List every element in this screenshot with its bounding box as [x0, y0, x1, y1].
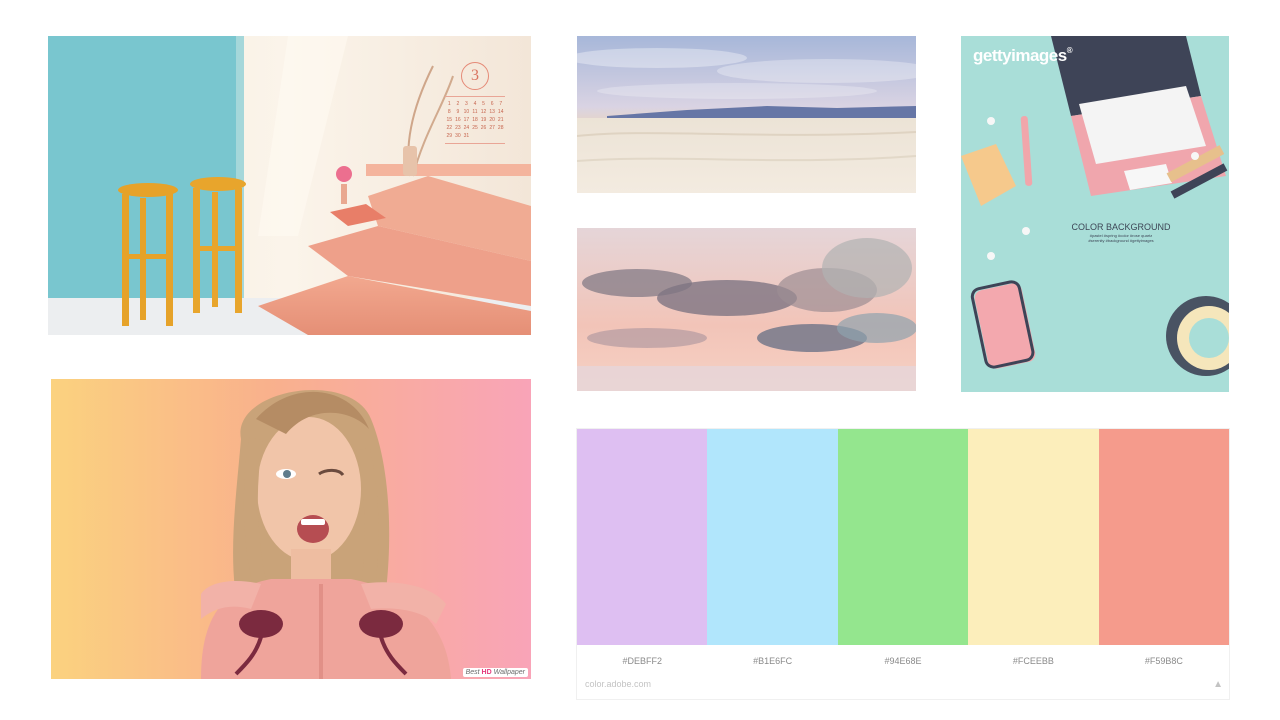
calendar-day: 30: [455, 133, 461, 139]
calendar-day: 25: [472, 125, 478, 131]
calendar-day: 29: [446, 133, 453, 139]
swatch-salmon[interactable]: [1098, 429, 1229, 645]
calendar-day: 15: [446, 117, 453, 123]
calendar-day: 3: [465, 101, 468, 107]
calendar-month-circle: 3: [461, 62, 489, 90]
swatch-hex-label: #DEBFF2: [622, 656, 662, 666]
calendar-day: 2: [456, 101, 460, 107]
pastel-clouds-photo: [577, 228, 916, 391]
calendar-overlay: 3 1 2 3 4 5 6 7 8 9 10 11 12 13 14 15 16 17 18 19 20 21 22 23 2…: [445, 62, 505, 172]
gettyimages-logo: gettyimages®: [973, 46, 1073, 65]
swatch-light-blue[interactable]: [707, 429, 838, 645]
calendar-day: 13: [489, 109, 495, 115]
sand-dunes-photo: [577, 36, 916, 193]
swatch-code-row: #DEBFF2 #B1E6FC #94E68E #FCEEBB #F59B8C: [577, 645, 1229, 677]
calendar-day: 19: [480, 117, 487, 123]
calendar-day: 9: [456, 109, 460, 115]
pastel-room-photo: 3 1 2 3 4 5 6 7 8 9 10 11 12 13 14 15 16 17 18 19 20 21 22 23 2…: [48, 36, 531, 335]
palette-footer: color.adobe.com ▲: [577, 677, 1229, 699]
calendar-day: 27: [489, 125, 495, 131]
calendar-day: 21: [497, 117, 504, 123]
calendar-day: 22: [446, 125, 453, 131]
getty-caption: COLOR BACKGROUND #pastel #spring #color …: [1021, 222, 1221, 243]
calendar-day: 18: [472, 117, 478, 123]
besthd-wallpaper-logo: Best HD Wallpaper: [462, 668, 528, 677]
calendar-day: 10: [463, 109, 470, 115]
calendar-day: 14: [497, 109, 504, 115]
calendar-day: 8: [447, 109, 451, 115]
calendar-grid: 1 2 3 4 5 6 7 8 9 10 11 12 13 14 15 16 17 18 19 20 21 22 23 24 2…: [445, 101, 505, 139]
getty-desk-photo: gettyimages® COLOR BACKGROUND #pastel #s…: [961, 36, 1229, 392]
calendar-day: 20: [489, 117, 495, 123]
calendar-day: 7: [499, 101, 503, 107]
calendar-day: 28: [497, 125, 504, 131]
palette-source-link[interactable]: color.adobe.com: [585, 679, 651, 689]
color-palette: #DEBFF2 #B1E6FC #94E68E #FCEEBB #F59B8C …: [577, 429, 1229, 699]
calendar-day: 17: [463, 117, 470, 123]
calendar-day: 1: [447, 101, 451, 107]
getty-caption-tags: #serenity #background #gettyimages: [1088, 238, 1154, 243]
swatch-hex-label: #B1E6FC: [753, 656, 793, 666]
swatch-green[interactable]: [837, 429, 969, 645]
swatch-hex-label: #F59B8C: [1144, 656, 1183, 666]
calendar-day: 12: [480, 109, 487, 115]
calendar-day: 23: [455, 125, 461, 131]
swatch-hex-label: #FCEEBB: [1012, 656, 1054, 666]
swatch-lavender[interactable]: [577, 429, 708, 645]
getty-caption-title: COLOR BACKGROUND: [1071, 222, 1171, 232]
portrait-gradient-photo: Best HD Wallpaper: [51, 379, 531, 679]
calendar-day: 31: [463, 133, 470, 139]
adobe-logo-icon: ▲: [1213, 679, 1223, 690]
calendar-day: 5: [482, 101, 485, 107]
calendar-day: 6: [490, 101, 494, 107]
calendar-day: 11: [472, 109, 478, 115]
calendar-day: 16: [455, 117, 461, 123]
swatch-hex-label: #94E68E: [884, 656, 922, 666]
calendar-day: 26: [480, 125, 487, 131]
calendar-day: 4: [473, 101, 477, 107]
swatch-row: [577, 429, 1229, 645]
calendar-day: 24: [463, 125, 470, 131]
swatch-cream[interactable]: [968, 429, 1099, 645]
